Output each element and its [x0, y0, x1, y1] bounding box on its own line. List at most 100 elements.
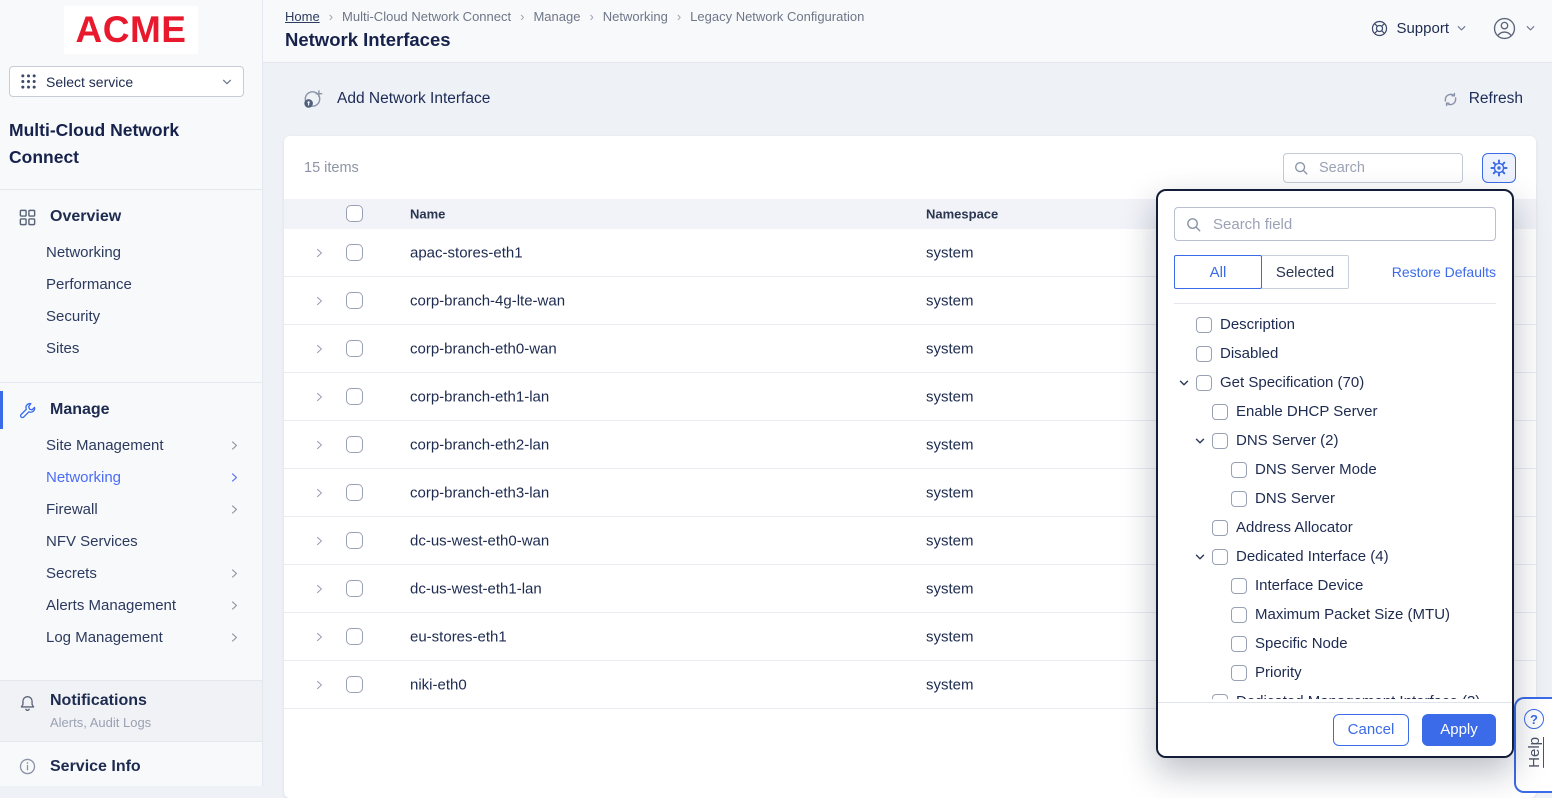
chevron-right-icon	[314, 583, 325, 594]
sidebar-item-log-management[interactable]: Log Management	[0, 621, 262, 653]
restore-defaults-link[interactable]: Restore Defaults	[1392, 264, 1496, 280]
tab-all[interactable]: All	[1174, 255, 1262, 289]
row-checkbox[interactable]	[346, 436, 363, 453]
namespace-value: system	[926, 532, 974, 549]
add-network-interface-button[interactable]: Add Network Interface	[302, 88, 490, 110]
sidebar-item-label: Site Management	[46, 437, 164, 454]
row-checkbox[interactable]	[346, 388, 363, 405]
support-menu[interactable]: Support	[1370, 19, 1467, 38]
field-search-input[interactable]	[1211, 215, 1485, 234]
expand-row-button[interactable]	[314, 343, 325, 354]
row-checkbox[interactable]	[346, 532, 363, 549]
account-menu[interactable]	[1491, 15, 1536, 42]
interface-name: corp-branch-eth1-lan	[410, 388, 549, 405]
chevron-right-icon	[314, 343, 325, 354]
field-checkbox[interactable]	[1196, 346, 1212, 362]
chevron-right-icon	[229, 472, 240, 483]
sidebar-item-networking[interactable]: Networking	[0, 461, 262, 493]
field-checkbox[interactable]	[1196, 375, 1212, 391]
field-tree-row-enable-dhcp-server: Enable DHCP Server	[1174, 397, 1496, 426]
expand-row-button[interactable]	[314, 487, 325, 498]
field-checkbox[interactable]	[1196, 317, 1212, 333]
expand-row-button[interactable]	[314, 295, 325, 306]
cancel-button[interactable]: Cancel	[1333, 714, 1409, 746]
sidebar-item-firewall[interactable]: Firewall	[0, 493, 262, 525]
sidebar-item-alerts-management[interactable]: Alerts Management	[0, 589, 262, 621]
field-checkbox[interactable]	[1231, 607, 1247, 623]
column-header-namespace: Namespace	[926, 207, 998, 222]
bell-icon	[18, 694, 37, 713]
search-input[interactable]	[1317, 159, 1453, 177]
field-checkbox[interactable]	[1231, 578, 1247, 594]
field-checkbox[interactable]	[1212, 433, 1228, 449]
field-checkbox[interactable]	[1212, 520, 1228, 536]
sidebar-section-overview[interactable]: Overview	[0, 198, 262, 236]
field-checkbox[interactable]	[1212, 549, 1228, 565]
breadcrumb-item-multi-cloud-network-connect[interactable]: Multi-Cloud Network Connect	[342, 9, 511, 24]
sidebar-section-manage[interactable]: Manage	[0, 391, 262, 429]
tab-selected[interactable]: Selected	[1261, 255, 1349, 289]
sidebar-item-sites[interactable]: Sites	[0, 332, 262, 364]
breadcrumb-item-legacy-network-configuration: Legacy Network Configuration	[690, 9, 864, 24]
field-checkbox[interactable]	[1231, 636, 1247, 652]
expand-row-button[interactable]	[314, 679, 325, 690]
breadcrumb-item-networking[interactable]: Networking	[603, 9, 668, 24]
chevron-right-icon	[229, 440, 240, 451]
field-checkbox[interactable]	[1231, 491, 1247, 507]
field-checkbox[interactable]	[1212, 694, 1228, 700]
expand-row-button[interactable]	[314, 535, 325, 546]
row-checkbox[interactable]	[346, 244, 363, 261]
select-service-dropdown[interactable]: Select service	[9, 66, 244, 97]
search-icon	[1293, 160, 1309, 176]
expand-row-button[interactable]	[314, 583, 325, 594]
sidebar-item-service-info[interactable]: Service Info	[0, 757, 262, 776]
row-checkbox[interactable]	[346, 628, 363, 645]
field-tree-row-get-specification-70: Get Specification (70)	[1174, 368, 1496, 397]
field-checkbox[interactable]	[1212, 404, 1228, 420]
chevron-down-icon	[1525, 23, 1536, 34]
expand-row-button[interactable]	[314, 631, 325, 642]
sidebar-item-label: Sites	[46, 340, 79, 357]
user-avatar-icon	[1491, 15, 1518, 42]
sidebar-item-label: Alerts Management	[46, 597, 176, 614]
sidebar-item-networking[interactable]: Networking	[0, 236, 262, 268]
chevron-right-icon	[229, 504, 240, 515]
interface-name: dc-us-west-eth0-wan	[410, 532, 549, 549]
caret-down-icon[interactable]	[1194, 435, 1206, 447]
caret-down-icon[interactable]	[1178, 377, 1190, 389]
grid-dots-icon	[20, 73, 37, 90]
caret-down-icon[interactable]	[1194, 551, 1206, 563]
expand-row-button[interactable]	[314, 391, 325, 402]
expand-row-button[interactable]	[314, 439, 325, 450]
chevron-right-icon	[314, 535, 325, 546]
caret-down-icon[interactable]	[1194, 696, 1206, 700]
breadcrumb-item-manage[interactable]: Manage	[533, 9, 580, 24]
sidebar-item-site-management[interactable]: Site Management	[0, 429, 262, 461]
help-tab[interactable]: ? Help	[1514, 697, 1552, 793]
field-checkbox[interactable]	[1231, 665, 1247, 681]
refresh-button[interactable]: Refresh	[1441, 90, 1523, 109]
row-checkbox[interactable]	[346, 580, 363, 597]
row-checkbox[interactable]	[346, 340, 363, 357]
apply-button[interactable]: Apply	[1422, 714, 1496, 746]
sidebar-item-secrets[interactable]: Secrets	[0, 557, 262, 589]
sidebar-item-nfv-services[interactable]: NFV Services	[0, 525, 262, 557]
manage-items: Site Management NetworkingFirewallNFV Ser…	[0, 429, 262, 653]
field-checkbox[interactable]	[1231, 462, 1247, 478]
breadcrumb-item-home[interactable]: Home	[285, 9, 320, 24]
row-checkbox[interactable]	[346, 676, 363, 693]
sidebar-item-notifications[interactable]: Notifications Alerts, Audit Logs	[0, 680, 262, 742]
row-checkbox[interactable]	[346, 292, 363, 309]
sidebar-item-performance[interactable]: Performance	[0, 268, 262, 300]
add-interface-icon	[302, 88, 324, 110]
sidebar-item-label: Secrets	[46, 565, 97, 582]
field-label: Maximum Packet Size (MTU)	[1255, 606, 1450, 623]
field-label: Disabled	[1220, 345, 1278, 362]
select-all-checkbox[interactable]	[346, 205, 363, 222]
field-tree-row-dedicated-interface-4: Dedicated Interface (4)	[1174, 542, 1496, 571]
expand-row-button[interactable]	[314, 247, 325, 258]
row-checkbox[interactable]	[346, 484, 363, 501]
select-service-label: Select service	[46, 74, 133, 90]
sidebar-item-security[interactable]: Security	[0, 300, 262, 332]
column-settings-button[interactable]	[1482, 153, 1516, 183]
